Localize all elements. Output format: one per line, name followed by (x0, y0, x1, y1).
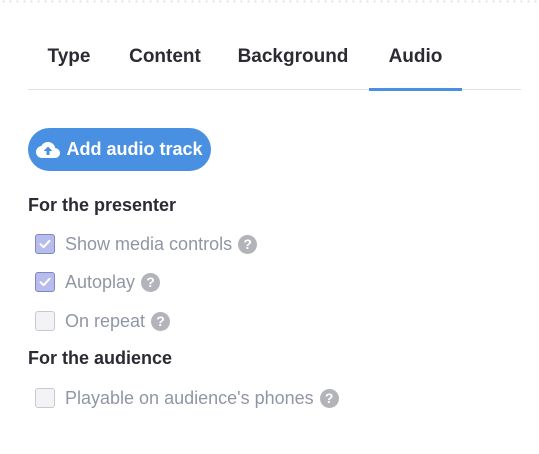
cloud-upload-icon (36, 141, 61, 159)
help-icon[interactable]: ? (141, 272, 161, 292)
option-autoplay[interactable]: Autoplay ? (35, 271, 161, 293)
option-show-media-controls[interactable]: Show media controls ? (35, 233, 258, 255)
playable-on-phones-label: Playable on audience's phones (65, 387, 314, 408)
add-audio-track-button[interactable]: Add audio track (28, 128, 211, 171)
top-edge-dots (0, 0, 539, 3)
autoplay-checkbox[interactable] (35, 272, 55, 292)
tab-bar: Type Content Background Audio (28, 36, 521, 91)
tab-audio[interactable]: Audio (369, 36, 462, 91)
help-icon[interactable]: ? (238, 234, 258, 254)
presenter-section-title: For the presenter (28, 195, 177, 215)
on-repeat-label: On repeat (65, 310, 146, 331)
option-playable-on-phones[interactable]: Playable on audience's phones ? (35, 387, 339, 409)
tab-type[interactable]: Type (28, 36, 110, 90)
playable-on-phones-checkbox[interactable] (35, 388, 55, 408)
tab-background[interactable]: Background (228, 36, 358, 90)
help-icon[interactable]: ? (319, 388, 339, 408)
tab-content[interactable]: Content (118, 36, 212, 90)
help-icon[interactable]: ? (151, 311, 171, 331)
show-media-controls-checkbox[interactable] (35, 234, 55, 254)
option-on-repeat[interactable]: On repeat ? (35, 310, 171, 332)
on-repeat-checkbox[interactable] (35, 311, 55, 331)
autoplay-label: Autoplay (65, 271, 136, 292)
audience-section-title: For the audience (28, 348, 173, 368)
add-audio-track-label: Add audio track (66, 139, 203, 159)
show-media-controls-label: Show media controls (65, 233, 233, 254)
